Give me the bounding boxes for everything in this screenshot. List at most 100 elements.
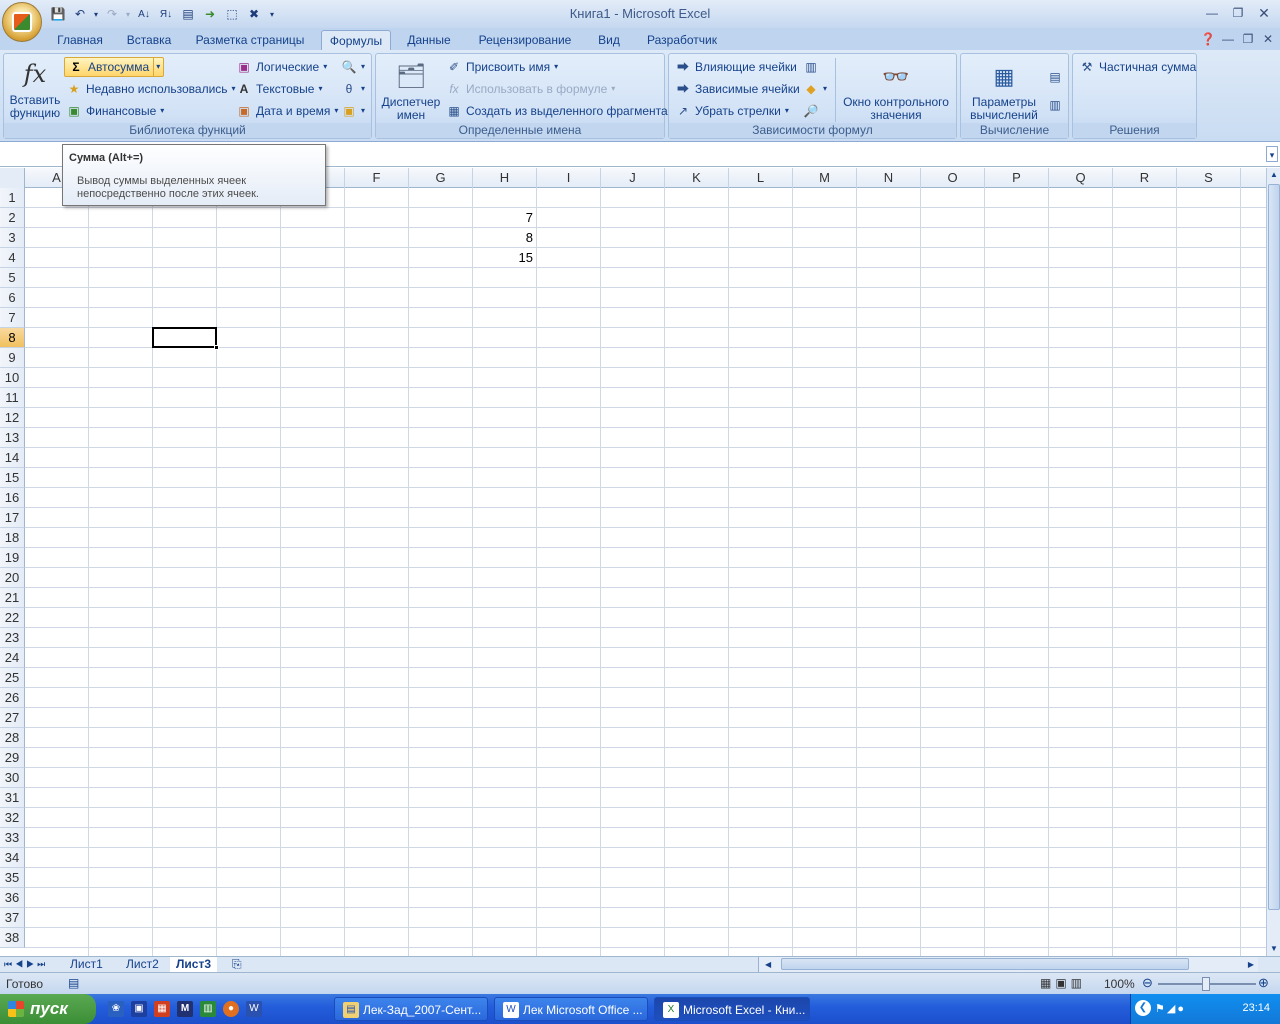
selected-cell[interactable] (152, 327, 219, 350)
create-from-selection-button[interactable]: ▦ Создать из выделенного фрагмента (446, 101, 667, 121)
sheet-nav-icon[interactable]: ⏮◀▶⏭ (4, 957, 48, 973)
row-header-11[interactable]: 11 (0, 388, 25, 408)
tab-home[interactable]: Главная (50, 30, 110, 50)
row-header-19[interactable]: 19 (0, 548, 25, 568)
row-header-37[interactable]: 37 (0, 908, 25, 928)
text-functions-button[interactable]: A Текстовые ▾ (236, 79, 323, 99)
tab-developer[interactable]: Разработчик (640, 30, 724, 50)
tab-page-layout[interactable]: Разметка страницы (190, 30, 310, 50)
trace-precedents-button[interactable]: ⮕ Влияющие ячейки (675, 57, 797, 77)
row-header-26[interactable]: 26 (0, 688, 25, 708)
scroll-up-icon[interactable]: ▲ (1267, 168, 1280, 182)
datetime-functions-button[interactable]: ▣ Дата и время ▾ (236, 101, 338, 121)
scroll-right-icon[interactable]: ▶ (1248, 957, 1254, 972)
insert-sheet-icon[interactable]: ⎘ (232, 957, 242, 973)
cell-h4[interactable]: 15 (473, 248, 535, 268)
remove-arrows-button[interactable]: ↗ Убрать стрелки ▾ (675, 101, 789, 121)
zoom-out-icon[interactable]: ⊖ (1142, 975, 1153, 991)
calculation-options-button[interactable]: ▦ Параметры вычислений (963, 60, 1045, 122)
insert-function-button[interactable]: fx Вставить функцию (6, 58, 64, 120)
column-header-q[interactable]: Q (1049, 168, 1113, 188)
column-header-h[interactable]: H (473, 168, 537, 188)
tab-formulas[interactable]: Формулы (321, 30, 391, 50)
scroll-left-icon[interactable]: ◀ (765, 957, 771, 972)
vertical-scrollbar[interactable]: ▲ ▼ (1266, 168, 1280, 956)
column-header-n[interactable]: N (857, 168, 921, 188)
zoom-slider-thumb[interactable] (1202, 977, 1210, 991)
sheet-tab-2[interactable]: Лист2 (126, 957, 159, 973)
row-header-24[interactable]: 24 (0, 648, 25, 668)
row-header-20[interactable]: 20 (0, 568, 25, 588)
quicklaunch-icon-3[interactable]: ▦ (154, 1001, 170, 1017)
column-header-o[interactable]: O (921, 168, 985, 188)
start-button[interactable]: пуск (0, 994, 96, 1024)
row-header-34[interactable]: 34 (0, 848, 25, 868)
horizontal-scrollbar[interactable]: ◀ ▶ (758, 957, 1258, 972)
column-header-l[interactable]: L (729, 168, 793, 188)
row-header-25[interactable]: 25 (0, 668, 25, 688)
fill-handle[interactable] (214, 345, 219, 350)
evaluate-formula-button[interactable]: 🔎 (803, 101, 819, 121)
math-functions-button[interactable]: θ ▾ (341, 79, 365, 99)
cells-area[interactable]: 7 8 15 (25, 188, 1266, 956)
row-header-27[interactable]: 27 (0, 708, 25, 728)
column-header-s[interactable]: S (1177, 168, 1241, 188)
recent-functions-button[interactable]: ★ Недавно использовались ▾ (66, 79, 236, 99)
autosum-button[interactable]: Σ Автосумма ▾ (64, 57, 165, 77)
column-header-r[interactable]: R (1113, 168, 1177, 188)
error-checking-button[interactable]: ◆ ▾ (803, 79, 827, 99)
row-header-22[interactable]: 22 (0, 608, 25, 628)
row-header-32[interactable]: 32 (0, 808, 25, 828)
autosum-dropdown-icon[interactable]: ▾ (153, 57, 160, 77)
row-header-14[interactable]: 14 (0, 448, 25, 468)
sheet-tab-3[interactable]: Лист3 (170, 957, 218, 973)
expand-formula-bar-icon[interactable]: ▾ (1266, 146, 1278, 162)
logical-functions-button[interactable]: ▣ Логические ▾ (236, 57, 327, 77)
minimize-icon[interactable]: — (1200, 4, 1224, 22)
column-header-j[interactable]: J (601, 168, 665, 188)
tab-insert[interactable]: Вставка (118, 30, 180, 50)
tab-data[interactable]: Данные (400, 30, 458, 50)
doc-close-icon[interactable]: ✕ (1256, 30, 1280, 48)
scroll-down-icon[interactable]: ▼ (1267, 942, 1280, 956)
row-header-8[interactable]: 8 (0, 328, 25, 348)
browser-icon[interactable]: ● (223, 1001, 239, 1017)
quicklaunch-icon-5[interactable]: ▥ (200, 1001, 216, 1017)
financial-functions-button[interactable]: ▣ Финансовые ▾ (66, 101, 164, 121)
calc-now-button[interactable]: ▤ (1047, 67, 1063, 87)
row-header-1[interactable]: 1 (0, 188, 25, 208)
calc-sheet-button[interactable]: ▥ (1047, 95, 1063, 115)
view-buttons-icon[interactable]: ▦▣▥ (1040, 976, 1086, 990)
column-header-g[interactable]: G (409, 168, 473, 188)
row-header-16[interactable]: 16 (0, 488, 25, 508)
row-header-28[interactable]: 28 (0, 728, 25, 748)
more-functions-button[interactable]: ▣ ▾ (341, 101, 365, 121)
column-header-f[interactable]: F (345, 168, 409, 188)
row-header-18[interactable]: 18 (0, 528, 25, 548)
tray-icons[interactable]: ⚑◢● (1155, 1002, 1186, 1015)
column-header-p[interactable]: P (985, 168, 1049, 188)
quicklaunch-icon-4[interactable]: M (177, 1001, 193, 1017)
column-header-m[interactable]: M (793, 168, 857, 188)
lookup-functions-button[interactable]: 🔍 ▾ (341, 57, 366, 77)
define-name-button[interactable]: ✐ Присвоить имя ▾ (446, 57, 558, 77)
row-header-33[interactable]: 33 (0, 828, 25, 848)
row-header-38[interactable]: 38 (0, 928, 25, 948)
vertical-scroll-thumb[interactable] (1268, 184, 1280, 910)
row-header-6[interactable]: 6 (0, 288, 25, 308)
row-header-15[interactable]: 15 (0, 468, 25, 488)
select-all-corner[interactable] (0, 168, 25, 188)
partial-sum-button[interactable]: ⚒ Частичная сумма (1079, 57, 1197, 77)
row-header-7[interactable]: 7 (0, 308, 25, 328)
name-manager-button[interactable]: 🗂 Диспетчер имен (378, 60, 444, 122)
row-header-31[interactable]: 31 (0, 788, 25, 808)
macro-record-icon[interactable]: ▤ (68, 976, 79, 990)
row-header-17[interactable]: 17 (0, 508, 25, 528)
zoom-in-icon[interactable]: ⊕ (1258, 975, 1269, 991)
tray-expand-icon[interactable]: ❮ (1135, 1000, 1151, 1016)
row-header-35[interactable]: 35 (0, 868, 25, 888)
watch-window-button[interactable]: 👓 Окно контрольного значения (839, 60, 953, 122)
cell-h3[interactable]: 8 (473, 228, 535, 248)
row-header-5[interactable]: 5 (0, 268, 25, 288)
row-header-21[interactable]: 21 (0, 588, 25, 608)
